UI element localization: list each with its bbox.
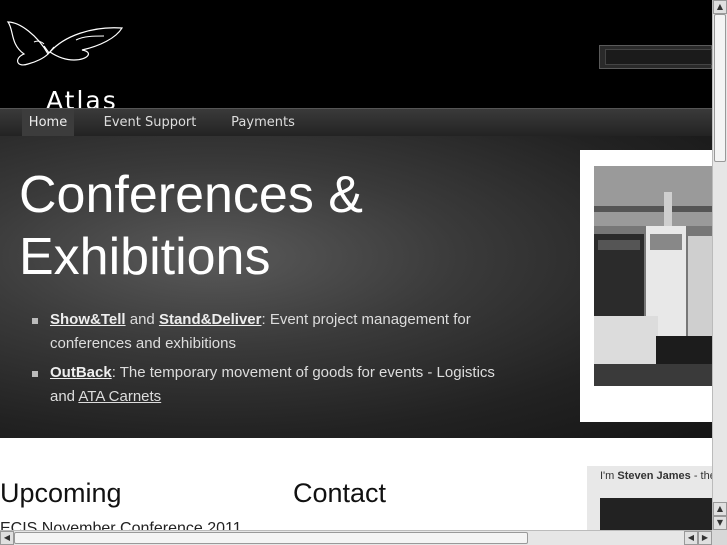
ata-carnets-link[interactable]: ATA Carnets — [78, 388, 161, 405]
nav-item-event-support[interactable]: Event Support — [100, 109, 200, 136]
site-header: Atlas — [0, 0, 712, 115]
bullet-icon — [32, 318, 38, 324]
show-and-tell-link[interactable]: Show&Tell — [50, 311, 126, 328]
contact-heading: Contact — [293, 478, 387, 508]
hero-title-line2: Exhibitions — [19, 228, 271, 286]
upcoming-heading: Upcoming — [0, 478, 122, 508]
outback-link[interactable]: OutBack — [50, 364, 112, 381]
scroll-right-icon[interactable]: ▶ — [698, 531, 712, 545]
exhibition-photo-graphic — [594, 166, 712, 386]
profile-name: Steven James — [617, 470, 691, 482]
scroll-left-icon[interactable]: ◀ — [684, 531, 698, 545]
horizontal-scroll-thumb[interactable] — [14, 532, 528, 544]
search-box — [599, 45, 712, 69]
nav-item-payments[interactable]: Payments — [224, 109, 302, 136]
profile-intro: I'm Steven James - the — [600, 470, 712, 482]
exhibition-photo-frame — [580, 150, 712, 422]
vertical-scrollbar[interactable]: ▲ ▲ ▼ — [712, 0, 727, 530]
hero-title: Conferences & Exhibitions — [19, 164, 539, 288]
list-item: Show&Tell and Stand&Deliver: Event proje… — [32, 308, 502, 356]
scroll-down-icon[interactable]: ▼ — [713, 516, 727, 530]
profile-prefix: I'm — [600, 470, 618, 482]
service-list: Show&Tell and Stand&Deliver: Event proje… — [32, 308, 502, 414]
upcoming-event-link[interactable]: ECIS November Conference 2011 — [0, 520, 242, 530]
list-text: and — [125, 311, 159, 328]
nav-item-home[interactable]: Home — [22, 109, 74, 136]
butterfly-icon — [6, 21, 124, 66]
atlas-logo[interactable]: Atlas — [4, 16, 126, 115]
stand-and-deliver-link[interactable]: Stand&Deliver — [159, 311, 262, 328]
exhibition-photo — [594, 166, 712, 386]
bullet-icon — [32, 371, 38, 377]
scroll-up-icon[interactable]: ▲ — [713, 502, 727, 516]
content-area: Upcoming Contact ECIS November Conferenc… — [0, 438, 712, 530]
scrollbar-corner — [712, 530, 727, 545]
profile-photo — [600, 498, 712, 530]
search-input[interactable] — [605, 49, 712, 65]
page-viewport: Atlas Home Event Support Payments Confer… — [0, 0, 712, 530]
hero-banner: Conferences & Exhibitions Show&Tell and … — [0, 136, 712, 438]
main-nav: Home Event Support Payments — [0, 108, 712, 136]
list-item: OutBack: The temporary movement of goods… — [32, 361, 502, 409]
profile-suffix: - the — [693, 470, 712, 482]
scroll-up-icon[interactable]: ▲ — [713, 0, 727, 14]
vertical-scroll-thumb[interactable] — [714, 14, 726, 162]
profile-panel: I'm Steven James - the — [587, 466, 712, 530]
horizontal-scrollbar[interactable]: ◀ ◀ ▶ — [0, 530, 712, 545]
hero-title-line1: Conferences & — [19, 166, 363, 224]
scroll-left-icon[interactable]: ◀ — [0, 531, 14, 545]
